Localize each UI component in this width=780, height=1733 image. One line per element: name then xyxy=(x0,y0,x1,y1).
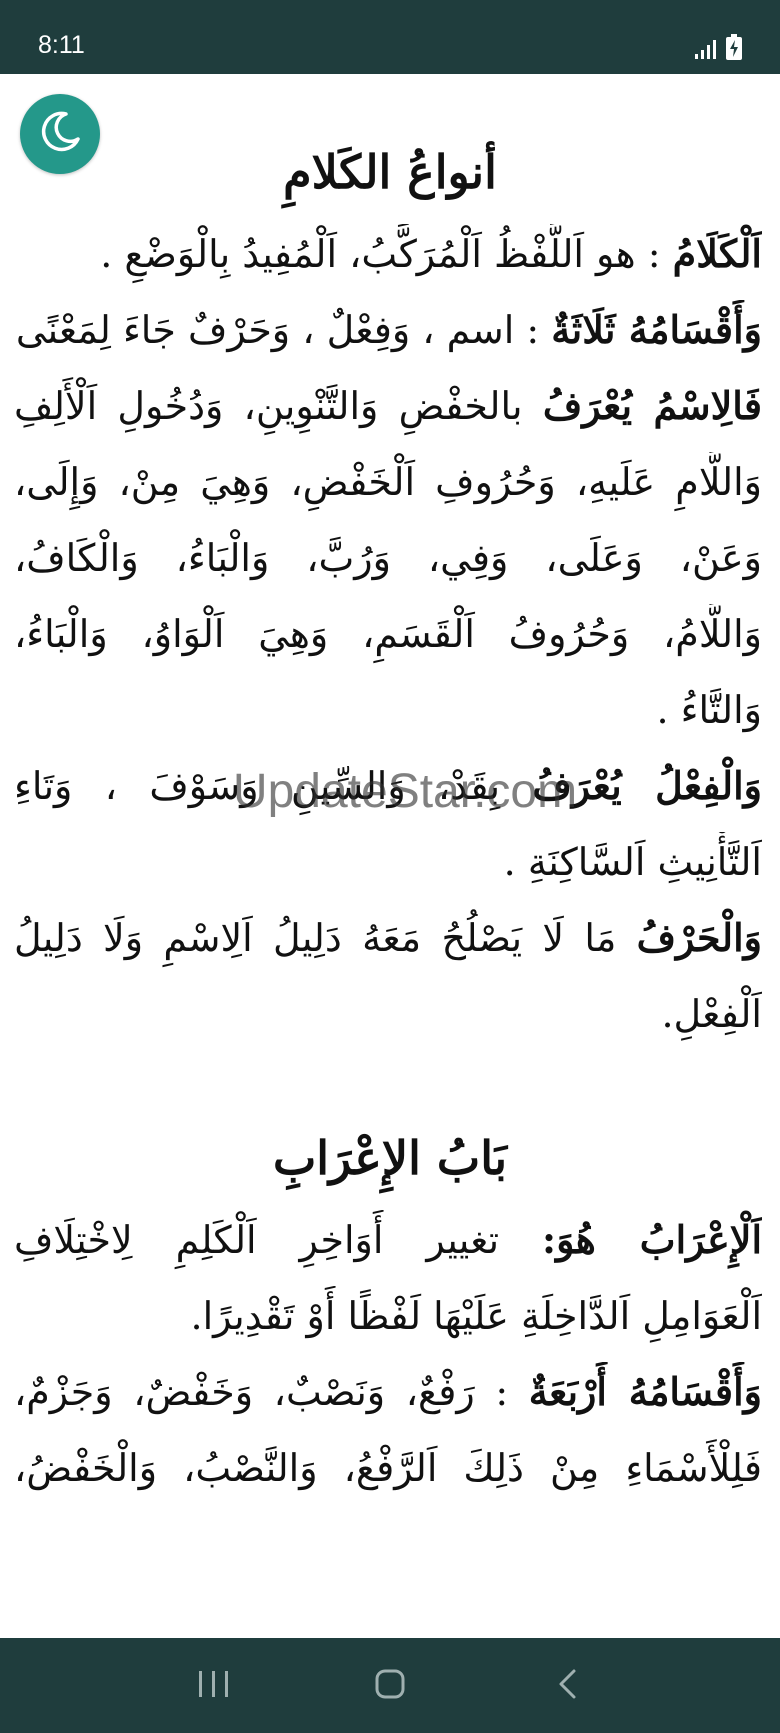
bold-term: وَأَقْسَامُهُ ثَلَاثَةٌ xyxy=(551,307,762,352)
line-text: اَلْعَوَامِلِ اَلدَّاخِلَةِ عَلَيْهَا لَ… xyxy=(190,1294,762,1338)
text-line: وَالتَّاءُ . xyxy=(14,680,762,740)
line-text: فَلِلْأَسْمَاءِ مِنْ ذَلِكَ اَلرَّفْعُ، … xyxy=(14,1446,762,1490)
line-text: تغيير أَوَاخِرِ اَلْكَلِمِ لِاخْتِلَافِ xyxy=(14,1218,543,1262)
text-line: اَلْإِعْرَابُ هُوَ: تغيير أَوَاخِرِ اَلْ… xyxy=(14,1210,762,1270)
home-icon xyxy=(374,1668,406,1704)
text-line: وَاللَّامِ عَلَيهِ، وَحُرُوفِ اَلْخَفْضِ… xyxy=(14,452,762,512)
status-icons xyxy=(694,34,742,64)
section-title-irab: بَابُ الإِعْرَابِ xyxy=(272,1131,508,1185)
text-line: وَأَقْسَامُهُ أَرْبَعَةٌ : رَفْعٌ، وَنَص… xyxy=(14,1362,762,1422)
text-line: اَلتَّأْنِيثِ اَلسَّاكِنَةِ . xyxy=(14,832,762,892)
line-text: وَاللَّامُ، وَحُرُوفُ اَلْقَسَمِ، وَهِيَ… xyxy=(14,612,762,656)
line-text: وَالتَّاءُ . xyxy=(656,688,762,732)
text-line: اَلْعَوَامِلِ اَلدَّاخِلَةِ عَلَيْهَا لَ… xyxy=(14,1286,762,1346)
line-text: وَاللَّامِ عَلَيهِ، وَحُرُوفِ اَلْخَفْضِ… xyxy=(14,460,762,504)
line-text: : اسم ، وَفِعْلٌ ، وَحَرْفٌ جَاءَ لِمَعْ… xyxy=(14,308,552,352)
recent-apps-button[interactable] xyxy=(174,1658,254,1714)
line-text: بالخفْضِ وَالتَّنْوِينِ، وَدُخُولِ اَلْأ… xyxy=(14,384,543,428)
text-line: وَاللَّامُ، وَحُرُوفُ اَلْقَسَمِ، وَهِيَ… xyxy=(14,604,762,664)
bold-term: اَلْكَلَامُ xyxy=(672,231,762,276)
text-line: وَعَنْ، وَعَلَى، وَفِي، وَرُبَّ، وَالْبَ… xyxy=(14,528,762,588)
bold-term: وَأَقْسَامُهُ أَرْبَعَةٌ xyxy=(528,1369,762,1414)
bold-term: فَالِاسْمُ يُعْرَفُ xyxy=(542,383,762,428)
bold-term: اَلْإِعْرَابُ هُوَ: xyxy=(542,1217,762,1262)
line-text: : هو اَللَّفْظُ اَلْمُرَكَّبُ، اَلْمُفِي… xyxy=(100,232,673,276)
bold-term: وَالْحَرْفُ xyxy=(636,915,762,960)
home-button[interactable] xyxy=(350,1658,430,1714)
line-text: وَعَنْ، وَعَلَى، وَفِي، وَرُبَّ، وَالْبَ… xyxy=(14,536,762,580)
content-scroll-area[interactable]: أنواعُ الكَلامِ اَلْكَلَامُ : هو اَللَّف… xyxy=(0,74,780,1638)
text-line: وَأَقْسَامُهُ ثَلَاثَةٌ : اسم ، وَفِعْلٌ… xyxy=(14,300,762,360)
text-line: فَالِاسْمُ يُعْرَفُ بالخفْضِ وَالتَّنْوِ… xyxy=(14,376,762,436)
signal-icon xyxy=(694,38,718,64)
line-text: اَلْفِعْلِ. xyxy=(661,992,762,1036)
text-line: اَلْفِعْلِ. xyxy=(14,984,762,1044)
line-text: اَلتَّأْنِيثِ اَلسَّاكِنَةِ . xyxy=(503,840,762,884)
recent-apps-icon xyxy=(197,1669,231,1703)
battery-charging-icon xyxy=(726,34,742,64)
section-title-kalam: أنواعُ الكَلامِ xyxy=(283,145,497,199)
line-text: مَا لَا يَصْلُحُ مَعَهُ دَلِيلُ اَلِاسْم… xyxy=(14,916,637,960)
line-text: بِقَدْ، وَالسِّينِ وَسَوْفَ ، وَتَاءِ xyxy=(14,764,533,808)
back-icon xyxy=(556,1668,580,1704)
status-time: 8:11 xyxy=(38,31,85,59)
text-line: فَلِلْأَسْمَاءِ مِنْ ذَلِكَ اَلرَّفْعُ، … xyxy=(14,1438,762,1498)
text-line: وَالْفِعْلُ يُعْرَفُ بِقَدْ، وَالسِّينِ … xyxy=(14,756,762,816)
text-line: اَلْكَلَامُ : هو اَللَّفْظُ اَلْمُرَكَّب… xyxy=(14,224,762,284)
navigation-bar xyxy=(0,1638,780,1733)
moon-icon xyxy=(37,109,83,159)
back-button[interactable] xyxy=(528,1658,608,1714)
status-bar: 8:11 xyxy=(0,0,780,74)
night-mode-button[interactable] xyxy=(20,94,100,174)
bold-term: وَالْفِعْلُ يُعْرَفُ xyxy=(532,763,762,808)
line-text: : رَفْعٌ، وَنَصْبٌ، وَخَفْضٌ، وَجَزْمٌ، xyxy=(14,1370,529,1414)
text-line: وَالْحَرْفُ مَا لَا يَصْلُحُ مَعَهُ دَلِ… xyxy=(14,908,762,968)
